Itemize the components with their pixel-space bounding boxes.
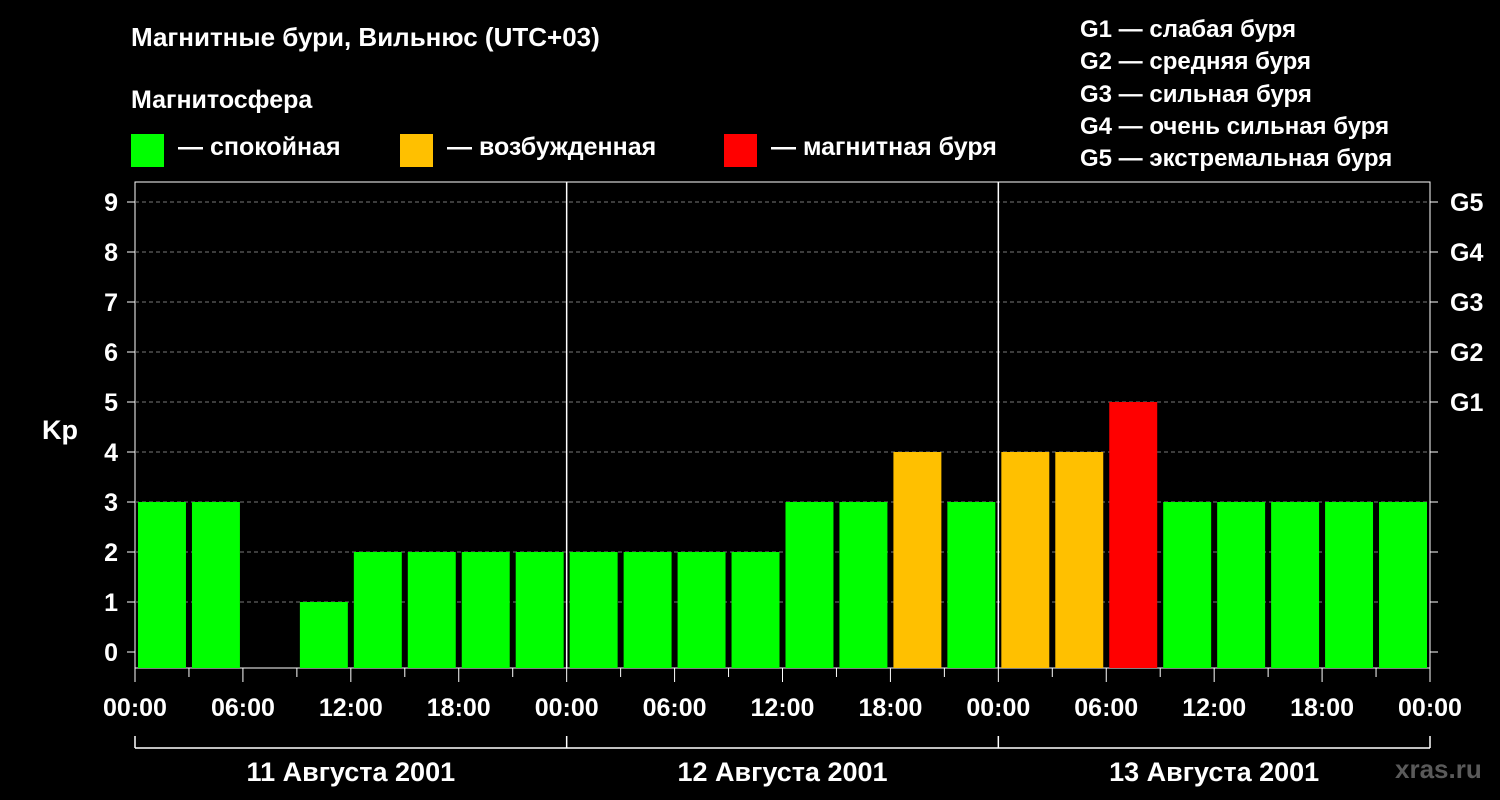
kp-bar <box>1325 502 1374 668</box>
kp-bar <box>623 552 672 668</box>
kp-bar <box>1379 502 1427 668</box>
kp-bar <box>1109 402 1158 668</box>
kp-bar <box>569 552 618 668</box>
kp-bar <box>1217 502 1266 668</box>
kp-bar <box>191 502 240 668</box>
kp-bar <box>353 552 402 668</box>
kp-bar <box>1271 502 1320 668</box>
x-tick-label: 06:00 <box>211 694 275 722</box>
kp-bar <box>677 552 726 668</box>
x-tick-label: 18:00 <box>1290 694 1354 722</box>
day-label: 11 Августа 2001 <box>247 757 456 787</box>
kp-bar <box>731 552 780 668</box>
kp-bar <box>785 502 834 668</box>
right-axis-label: G3 <box>1450 289 1483 317</box>
y-tick-label: 2 <box>104 539 118 567</box>
y-tick-label: 9 <box>104 189 118 217</box>
kp-bar <box>947 502 996 668</box>
x-tick-label: 06:00 <box>643 694 707 722</box>
watermark: xras.ru <box>1395 754 1482 784</box>
x-tick-label: 18:00 <box>858 694 922 722</box>
x-tick-label: 12:00 <box>751 694 815 722</box>
kp-bar <box>893 452 942 668</box>
day-label: 13 Августа 2001 <box>1109 757 1319 787</box>
y-tick-label: 8 <box>104 239 118 267</box>
y-tick-label: 0 <box>104 639 118 667</box>
x-tick-label: 06:00 <box>1074 694 1138 722</box>
kp-bar <box>1001 452 1050 668</box>
y-tick-label: 6 <box>104 339 118 367</box>
x-tick-label: 00:00 <box>966 694 1030 722</box>
y-tick-label: 7 <box>104 289 118 317</box>
x-tick-label: 00:00 <box>535 694 599 722</box>
right-axis-label: G5 <box>1450 189 1483 217</box>
kp-bar <box>299 602 348 668</box>
kp-bar <box>515 552 564 668</box>
kp-chart: 0 1 2 3 4 5 6 7 8 9 G1 G2 G3 G4 G5 Kp 00:00 06:00 12:00 18:… <box>42 181 1483 787</box>
right-axis-label: G4 <box>1450 239 1483 267</box>
x-tick-label: 12:00 <box>1182 694 1246 722</box>
x-tick-label: 12:00 <box>319 694 383 722</box>
kp-bar <box>839 502 888 668</box>
y-axis-label: Kp <box>42 415 78 445</box>
right-axis-label: G1 <box>1450 389 1483 417</box>
kp-bar <box>1163 502 1212 668</box>
y-tick-label: 4 <box>104 439 118 467</box>
kp-bar <box>461 552 510 668</box>
day-label: 12 Августа 2001 <box>677 757 887 787</box>
y-tick-label: 3 <box>104 489 118 517</box>
y-tick-label: 1 <box>104 589 118 617</box>
y-tick-label: 5 <box>104 389 118 417</box>
x-tick-label: 18:00 <box>427 694 491 722</box>
x-tick-label: 00:00 <box>103 694 167 722</box>
kp-bar <box>138 502 186 668</box>
right-axis-label: G2 <box>1450 339 1483 367</box>
kp-bar <box>407 552 456 668</box>
kp-bar <box>1055 452 1104 668</box>
x-tick-label: 00:00 <box>1398 694 1462 722</box>
